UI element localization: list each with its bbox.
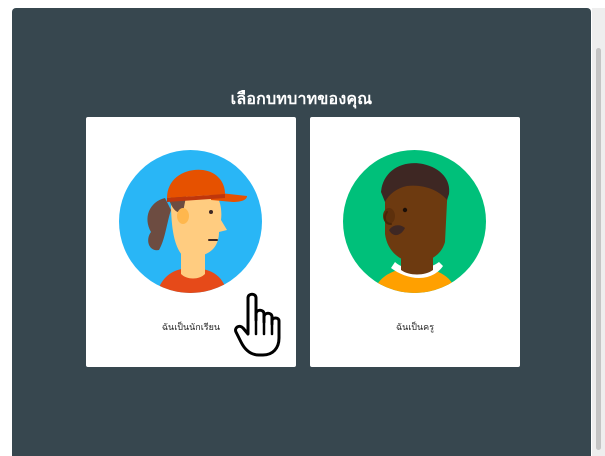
scrollbar-thumb[interactable] bbox=[596, 48, 601, 450]
student-avatar-icon bbox=[119, 150, 262, 293]
role-selection-dialog: เลือกบทบาทของคุณ ฉันเป็นนักเรียน ฉันเป็น… bbox=[12, 8, 591, 456]
teacher-avatar-icon bbox=[343, 150, 486, 293]
scrollbar[interactable] bbox=[592, 8, 605, 456]
dialog-title: เลือกบทบาทของคุณ bbox=[230, 89, 373, 108]
teacher-role-label: ฉันเป็นครู bbox=[395, 323, 435, 333]
hand-pointer-icon bbox=[234, 292, 281, 357]
page: เลือกบทบาทของคุณ ฉันเป็นนักเรียน ฉันเป็น… bbox=[0, 0, 605, 456]
teacher-role-card[interactable]: ฉันเป็นครู bbox=[310, 117, 520, 367]
